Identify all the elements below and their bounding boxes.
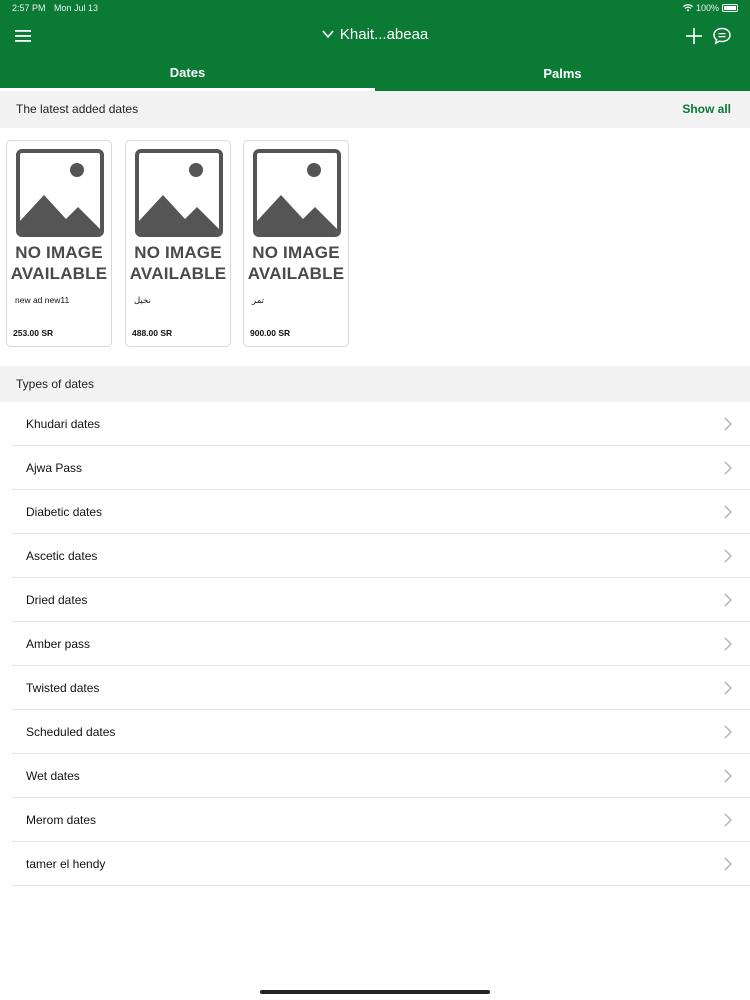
list-item-label: Ascetic dates xyxy=(26,549,98,563)
chevron-right-icon xyxy=(724,549,732,563)
home-indicator xyxy=(260,990,490,994)
list-item-label: Dried dates xyxy=(26,593,88,607)
types-of-dates-header: Types of dates xyxy=(0,366,750,402)
list-item[interactable]: Khudari dates xyxy=(12,402,750,446)
list-item[interactable]: tamer el hendy xyxy=(12,842,750,886)
list-item-label: Wet dates xyxy=(26,769,80,783)
list-item[interactable]: Diabetic dates xyxy=(12,490,750,534)
wifi-icon xyxy=(682,4,693,12)
list-item[interactable]: Ascetic dates xyxy=(12,534,750,578)
chevron-right-icon xyxy=(724,681,732,695)
list-item[interactable]: Scheduled dates xyxy=(12,710,750,754)
list-item-label: Twisted dates xyxy=(26,681,100,695)
card-title: new ad new11 xyxy=(15,295,70,305)
list-item-label: Amber pass xyxy=(26,637,91,651)
list-item-label: tamer el hendy xyxy=(26,857,106,871)
show-all-link[interactable]: Show all xyxy=(682,102,731,116)
tab-palms[interactable]: Palms xyxy=(375,56,750,91)
chevron-right-icon xyxy=(724,769,732,783)
no-image-text: NO IMAGE AVAILABLE xyxy=(129,243,227,283)
list-item-label: Scheduled dates xyxy=(26,725,116,739)
list-item[interactable]: Wet dates xyxy=(12,754,750,798)
types-of-dates-title: Types of dates xyxy=(16,377,95,391)
chevron-right-icon xyxy=(724,813,732,827)
chevron-down-icon xyxy=(322,30,334,39)
image-placeholder-icon xyxy=(16,149,104,237)
chevron-right-icon xyxy=(724,857,732,871)
product-card[interactable]: NO IMAGE AVAILABLE تمر 900.00 SR xyxy=(243,140,349,347)
date-types-list: Khudari dates Ajwa Pass Diabetic dates A… xyxy=(0,402,750,886)
list-item[interactable]: Dried dates xyxy=(12,578,750,622)
list-item[interactable]: Merom dates xyxy=(12,798,750,842)
list-item[interactable]: Amber pass xyxy=(12,622,750,666)
tab-dates-label: Dates xyxy=(169,65,206,80)
card-title: نخيل xyxy=(134,295,151,305)
list-item[interactable]: Ajwa Pass xyxy=(12,446,750,490)
latest-dates-header: The latest added dates Show all xyxy=(0,91,750,128)
header-title-dropdown[interactable]: Khait...abeaa xyxy=(0,26,750,43)
latest-dates-carousel: NO IMAGE AVAILABLE new ad new11 253.00 S… xyxy=(6,140,750,348)
chat-icon[interactable] xyxy=(712,26,732,46)
chevron-right-icon xyxy=(724,725,732,739)
tab-palms-label: Palms xyxy=(543,66,582,81)
list-item-label: Diabetic dates xyxy=(26,505,103,519)
latest-dates-title: The latest added dates xyxy=(16,102,139,116)
card-price: 253.00 SR xyxy=(13,328,54,338)
nav-row: Khait...abeaa xyxy=(0,22,750,52)
list-item-label: Merom dates xyxy=(26,813,97,827)
status-bar: 2:57 PM Mon Jul 13 100% xyxy=(12,3,738,15)
image-placeholder-icon xyxy=(253,149,341,237)
card-title: تمر xyxy=(252,295,264,305)
no-image-text: NO IMAGE AVAILABLE xyxy=(10,243,108,283)
product-card[interactable]: NO IMAGE AVAILABLE نخيل 488.00 SR xyxy=(125,140,231,347)
chevron-right-icon xyxy=(724,417,732,431)
chevron-right-icon xyxy=(724,637,732,651)
status-right: 100% xyxy=(682,3,738,13)
product-card[interactable]: NO IMAGE AVAILABLE new ad new11 253.00 S… xyxy=(6,140,112,347)
tab-bar: Dates Palms xyxy=(0,56,750,91)
app-header: 2:57 PM Mon Jul 13 100% Khait...abeaa Da… xyxy=(0,0,750,91)
list-item[interactable]: Twisted dates xyxy=(12,666,750,710)
tab-dates[interactable]: Dates xyxy=(0,56,375,91)
status-date: Mon Jul 13 xyxy=(54,3,99,13)
list-item-label: Ajwa Pass xyxy=(26,461,83,475)
card-price: 488.00 SR xyxy=(132,328,173,338)
status-time: 2:57 PM xyxy=(12,3,46,13)
battery-percent: 100% xyxy=(695,3,719,13)
battery-icon xyxy=(722,4,738,12)
no-image-text: NO IMAGE AVAILABLE xyxy=(247,243,345,283)
card-price: 900.00 SR xyxy=(250,328,291,338)
header-title: Khait...abeaa xyxy=(339,26,429,43)
list-item-label: Khudari dates xyxy=(26,417,101,431)
chevron-right-icon xyxy=(724,461,732,475)
chevron-right-icon xyxy=(724,593,732,607)
chevron-right-icon xyxy=(724,505,732,519)
plus-icon[interactable] xyxy=(684,26,704,46)
image-placeholder-icon xyxy=(135,149,223,237)
